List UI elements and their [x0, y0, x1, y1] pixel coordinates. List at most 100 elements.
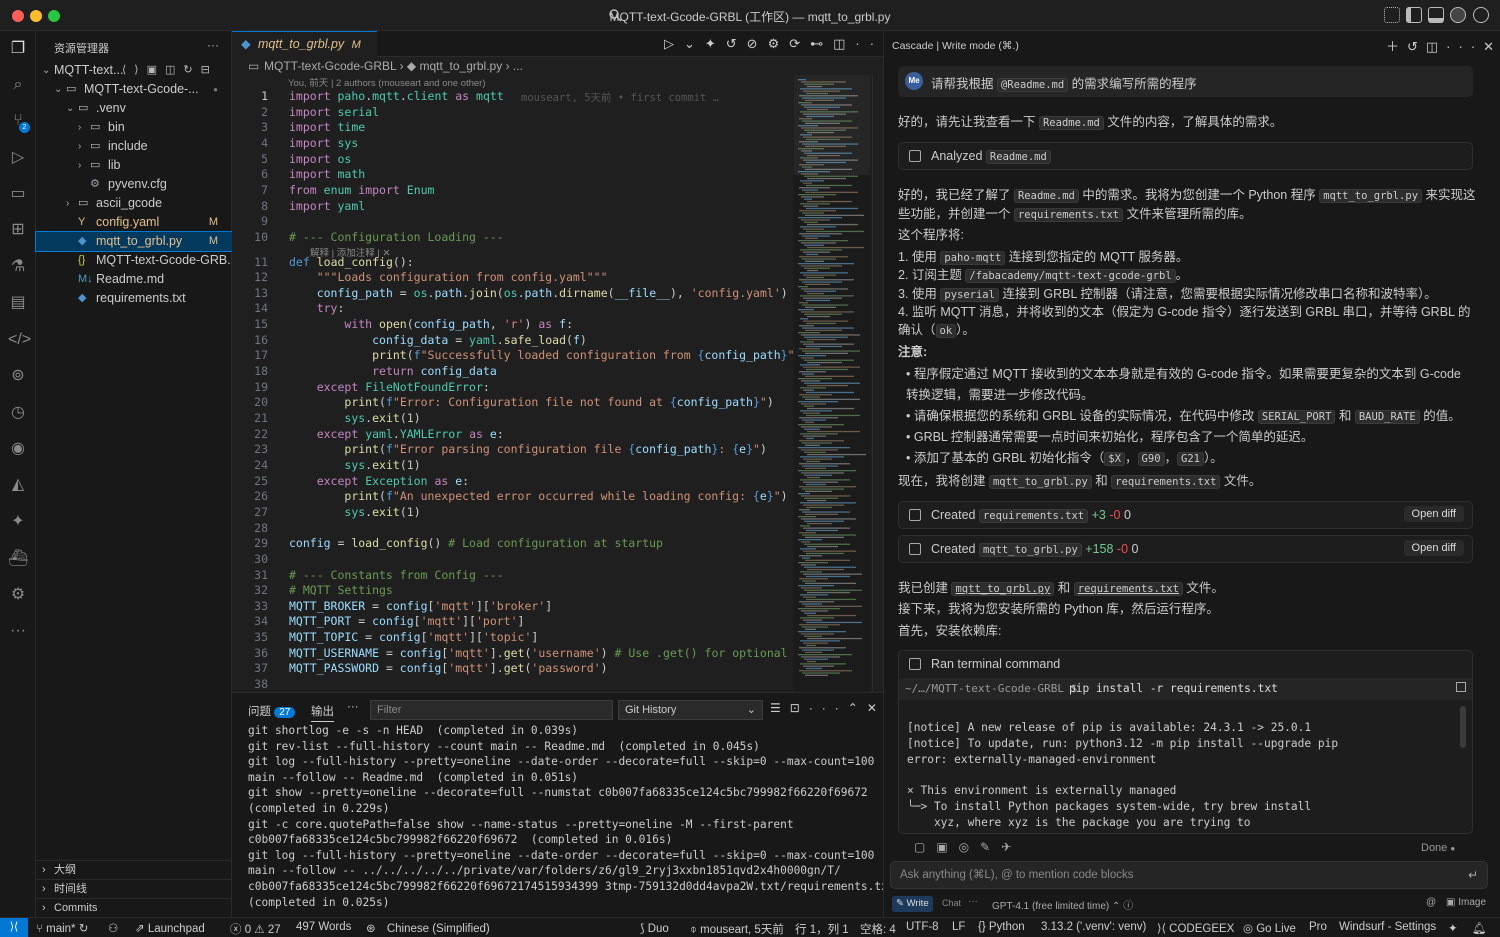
code-line[interactable]: print(f"Error parsing configuration file…	[289, 442, 767, 456]
end-of-line[interactable]: LF	[952, 921, 965, 933]
run-debug-icon[interactable]: ▷	[8, 148, 28, 168]
settings-gear-icon[interactable]: ⚙	[8, 585, 28, 605]
code-line[interactable]: except Exception as e:	[289, 474, 469, 488]
code-line[interactable]: print(f"Error: Configuration file not fo…	[289, 395, 773, 409]
codelens[interactable]: 解释 | 添加注释 | ✕	[310, 245, 390, 259]
language-pack[interactable]: ⊛ Chinese (Simplified)	[366, 921, 490, 935]
code-line[interactable]: MQTT_PASSWORD = config['mqtt'].get('pass…	[289, 661, 608, 675]
code-line[interactable]: sys.exit(1)	[289, 411, 420, 425]
indentation[interactable]: 空格: 4	[860, 921, 896, 937]
tree-item[interactable]: ⚙ pyvenv.cfg	[36, 175, 232, 194]
testing-icon[interactable]: ⚗	[8, 257, 28, 277]
go-live-button[interactable]: ◎ Go Live	[1243, 921, 1296, 935]
code-line[interactable]: except FileNotFoundError:	[289, 380, 490, 394]
code-line[interactable]: import os	[289, 152, 351, 166]
ai-sparkle-icon[interactable]: ✦	[8, 512, 28, 532]
explorer-icon[interactable]: ❐	[8, 39, 28, 59]
timeline-section[interactable]: › 时间线	[36, 879, 232, 898]
image-button[interactable]: ▣ Image	[1446, 897, 1486, 908]
code-line[interactable]: config_data = yaml.safe_load(f)	[289, 333, 587, 347]
history-icon[interactable]: ◷	[8, 403, 28, 423]
code-line[interactable]: import sys	[289, 136, 358, 150]
code-line[interactable]: MQTT_PORT = config['mqtt']['port']	[289, 614, 524, 628]
code-line[interactable]: config = load_config() # Load configurat…	[289, 536, 663, 550]
open-diff-button[interactable]: Open diff	[1403, 506, 1464, 522]
encoding[interactable]: UTF-8	[906, 921, 939, 933]
more-modes-button[interactable]: ···	[968, 896, 978, 907]
terminal-scrollbar[interactable]	[1460, 706, 1466, 748]
breadcrumb-item[interactable]: MQTT-text-Gcode-GRBL	[264, 59, 396, 73]
source-control-icon[interactable]: ⑂ 2	[8, 111, 30, 133]
code-line[interactable]: print(f"An unexpected error occurred whi…	[289, 489, 787, 503]
search-icon[interactable]: ⌕	[8, 75, 28, 95]
tree-item[interactable]: › ▭ bin	[36, 118, 232, 137]
code-line[interactable]: print(f"Successfully loaded configuratio…	[289, 348, 801, 362]
code-line[interactable]: config_path = os.path.join(os.path.dirna…	[289, 286, 788, 300]
code-line[interactable]: # --- Constants from Config ---	[289, 568, 504, 582]
tree-item[interactable]: M↓ Readme.md	[36, 270, 232, 289]
tab-mqtt-to-grbl[interactable]: ◆ mqtt_to_grbl.py M ✕	[232, 31, 377, 77]
panel-actions[interactable]: ☰⊡···⌃✕	[770, 701, 886, 715]
remote-indicator-icon[interactable]: ⟩⟨	[0, 918, 28, 937]
code-line[interactable]: with open(config_path, 'r') as f:	[289, 317, 573, 331]
more-icon[interactable]: ···	[8, 621, 28, 641]
created-file-block[interactable]: Created requirements.txt +3 -0 0 Open dif…	[898, 501, 1473, 529]
python-interpreter[interactable]: 3.13.2 ('.venv': venv)	[1041, 921, 1146, 933]
git-blame-status[interactable]: ⌽ mouseart, 5天前	[690, 921, 784, 937]
explorer-more-button[interactable]: ···	[207, 38, 219, 52]
workspace-header[interactable]: ⌄ MQTT-text... ⟨⟩▣◫↻⊟	[36, 61, 232, 80]
tree-item[interactable]: Yconfig.yaml M	[36, 213, 232, 232]
output-channel-select[interactable]: Git History ⌄	[618, 700, 763, 720]
tree-item[interactable]: ◆ requirements.txt	[36, 289, 232, 308]
tab-problems[interactable]: 问题 27	[248, 703, 296, 719]
code-line[interactable]: sys.exit(1)	[289, 505, 420, 519]
tree-item[interactable]: ◆ mqtt_to_grbl.py M	[35, 231, 233, 252]
breadcrumb-item[interactable]: ...	[513, 59, 523, 73]
toggle-panel-icon[interactable]	[1428, 7, 1444, 23]
outline-section[interactable]: › 大纲	[36, 860, 232, 879]
code-line[interactable]: sys.exit(1)	[289, 458, 420, 472]
editor-actions[interactable]: ▷⌄✦↺⊘⚙⟳⊷◫···	[664, 36, 898, 52]
copy-icon[interactable]	[1456, 682, 1466, 692]
extensions-icon[interactable]: ⊞	[8, 220, 28, 240]
code-icon[interactable]: </>	[8, 330, 31, 350]
sparkle-icon[interactable]: ✦	[1448, 921, 1458, 935]
code-line[interactable]: # MQTT Settings	[289, 583, 393, 597]
code-line[interactable]: from enum import Enum	[289, 183, 434, 197]
language-mode[interactable]: {} Python	[978, 921, 1025, 933]
model-select[interactable]: GPT-4.1 (free limited time) ⌃ ⓘ	[992, 897, 1133, 912]
commits-section[interactable]: › Commits	[36, 898, 232, 917]
word-count[interactable]: 497 Words	[296, 921, 351, 933]
code-line[interactable]: import yaml	[289, 199, 365, 213]
code-line[interactable]: except yaml.YAMLError as e:	[289, 427, 504, 441]
github-icon[interactable]: ◉	[8, 439, 28, 459]
code-line[interactable]: MQTT_USERNAME = config['mqtt'].get('user…	[289, 646, 822, 660]
code-line[interactable]: try:	[289, 301, 345, 315]
cascade-actions[interactable]: ＋↺◫···✕	[1386, 36, 1500, 55]
folder-icon[interactable]: ▤	[8, 293, 28, 313]
tab-output[interactable]: 输出	[311, 703, 334, 722]
code-line[interactable]: """Loads configuration from config.yaml"…	[289, 270, 608, 284]
editor-scrollbar[interactable]	[872, 75, 881, 692]
layout-customize-icon[interactable]	[1384, 7, 1400, 23]
breadcrumb-item[interactable]: mqtt_to_grbl.py	[420, 59, 503, 73]
analyzed-block[interactable]: Analyzed Readme.md	[898, 142, 1473, 170]
codegeex-button[interactable]: ⟩⟨ CODEGEEX	[1157, 921, 1234, 935]
toggle-cascade-icon[interactable]	[1450, 7, 1466, 23]
code-line[interactable]: import serial	[289, 105, 379, 119]
mode-write-button[interactable]: ✎ Write	[892, 896, 933, 912]
code-line[interactable]: MQTT_BROKER = config['mqtt']['broker']	[289, 599, 552, 613]
problems-indicator[interactable]: ⓧ 0 ⚠ 27	[230, 921, 281, 937]
tree-item[interactable]: ⌄ ▭ .venv	[36, 99, 232, 118]
tree-item[interactable]: › ▭ ascii_gcode	[36, 194, 232, 213]
mention-icon[interactable]: @	[1426, 897, 1436, 908]
notifications-bell-icon[interactable]: 🔔︎	[1472, 921, 1487, 935]
output-filter-input[interactable]: Filter	[370, 700, 613, 720]
open-diff-button[interactable]: Open diff	[1403, 540, 1464, 556]
workspace-actions[interactable]: ⟨⟩▣◫↻⊟	[122, 61, 218, 80]
account-icon[interactable]	[1473, 7, 1489, 23]
toggle-sidebar-icon[interactable]	[1406, 7, 1422, 23]
gitlab-icon[interactable]: ◭	[8, 475, 28, 495]
code-line[interactable]: import paho.mqtt.client as mqtt	[289, 89, 504, 103]
windsurf-settings[interactable]: Windsurf - Settings	[1339, 921, 1436, 933]
